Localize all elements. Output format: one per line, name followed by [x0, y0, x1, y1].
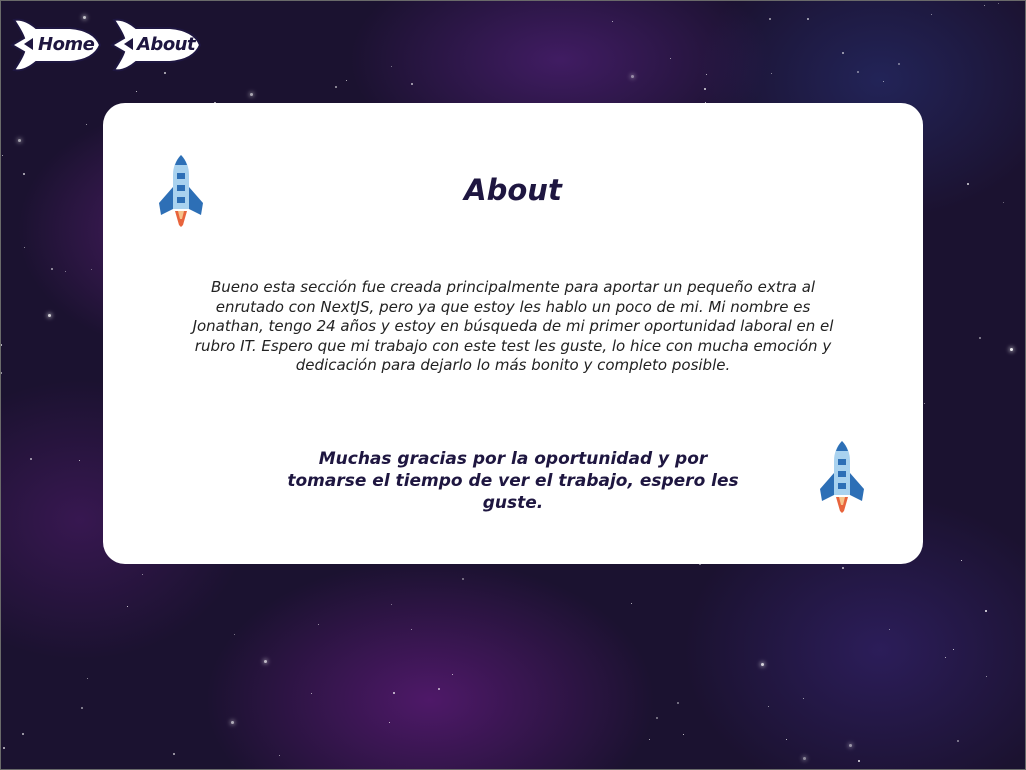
page-title: About [464, 173, 562, 207]
star [889, 629, 890, 630]
star [91, 269, 92, 270]
star [898, 63, 900, 65]
star [961, 560, 962, 561]
star [173, 753, 175, 755]
star [670, 58, 671, 59]
star [142, 574, 143, 575]
star [346, 80, 347, 81]
star [391, 604, 392, 605]
star [30, 458, 32, 460]
star [786, 739, 787, 740]
star [998, 3, 999, 4]
star [411, 629, 412, 630]
star [931, 14, 932, 15]
star [1003, 202, 1004, 203]
star [704, 88, 706, 90]
star [65, 271, 66, 272]
star [967, 183, 969, 185]
star [986, 676, 987, 677]
star [953, 649, 954, 650]
star [857, 71, 859, 73]
star [849, 744, 852, 747]
star [18, 139, 21, 142]
star [858, 760, 860, 762]
star [883, 81, 884, 82]
rocket-icon [820, 441, 864, 513]
star [842, 567, 844, 569]
star [984, 5, 985, 6]
star [335, 86, 337, 88]
star [649, 739, 650, 740]
star [452, 674, 453, 675]
star [87, 678, 88, 679]
home-nav-button[interactable]: Home [10, 14, 102, 76]
star [311, 693, 312, 694]
star [842, 52, 844, 54]
star [250, 93, 253, 96]
star [631, 75, 634, 78]
star [279, 755, 280, 756]
star [979, 337, 981, 339]
star [411, 83, 413, 85]
star [706, 74, 707, 75]
star [86, 124, 87, 125]
star [0, 372, 2, 374]
star [264, 660, 267, 663]
star [136, 91, 137, 92]
back-arrow-icon [24, 38, 33, 50]
home-nav-label: Home [38, 34, 95, 55]
star [1010, 348, 1013, 351]
star [807, 18, 809, 20]
star [48, 314, 51, 317]
star [438, 688, 440, 690]
star [51, 268, 53, 270]
star [761, 663, 764, 666]
star [945, 657, 946, 658]
star [81, 707, 83, 709]
star [231, 721, 234, 724]
star [2, 155, 3, 156]
star [803, 757, 806, 760]
star [0, 344, 2, 346]
star [677, 702, 679, 704]
star [22, 733, 24, 735]
about-card: About Bueno esta sección fue creada prin… [103, 103, 923, 564]
star [631, 603, 632, 604]
star [656, 717, 658, 719]
star [23, 173, 25, 175]
star [79, 460, 80, 461]
star [3, 747, 5, 749]
star [234, 634, 235, 635]
star [391, 66, 392, 67]
star [389, 722, 390, 723]
star [127, 606, 128, 607]
star [24, 247, 25, 248]
about-nav-label: About [137, 34, 196, 55]
about-nav-button[interactable]: About [110, 14, 202, 76]
back-arrow-icon [124, 38, 133, 50]
star [924, 403, 925, 404]
about-description: Bueno esta sección fue creada principalm… [192, 278, 834, 374]
star [957, 740, 959, 742]
star [768, 706, 769, 707]
star [683, 734, 684, 735]
star [612, 21, 613, 22]
star [769, 18, 771, 20]
star [393, 692, 395, 694]
thanks-message: Muchas gracias por la oportunidad y por … [287, 449, 739, 513]
star [985, 610, 987, 612]
star [771, 73, 772, 74]
star [318, 624, 319, 625]
star [803, 698, 804, 699]
star [462, 578, 464, 580]
